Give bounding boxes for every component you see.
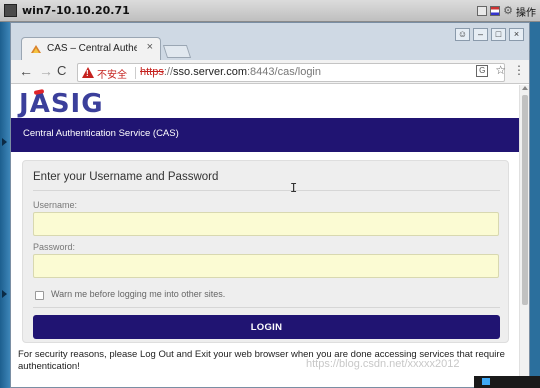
form-heading: Enter your Username and Password (33, 171, 219, 183)
taskbar (474, 376, 540, 388)
warning-icon[interactable] (82, 67, 94, 78)
vm-title-bar: win7-10.10.20.71 ⚙ 操作 (0, 0, 540, 22)
forward-icon[interactable]: → (39, 62, 53, 80)
gear-icon[interactable]: ⚙ (503, 5, 513, 17)
scroll-thumb[interactable] (522, 95, 528, 305)
omnibox-divider (135, 67, 136, 79)
login-button[interactable]: LOGIN (33, 315, 500, 339)
user-icon[interactable]: ☺ (455, 28, 470, 41)
logo-letter-a: A (29, 89, 51, 119)
browser-toolbar: ← → C 不安全 https://sso.server.com:8443/ca… (11, 60, 529, 84)
url-path: :8443/cas/login (247, 66, 321, 78)
url-text[interactable]: https://sso.server.com:8443/cas/login (140, 66, 321, 78)
flag-icon[interactable] (490, 6, 501, 16)
login-form: Enter your Username and Password Usernam… (22, 160, 509, 343)
divider (33, 307, 500, 308)
page-viewport: JASIG Central Authentication Service (CA… (11, 85, 519, 387)
toolbar-actions: G ☆ ⋮ (476, 63, 525, 77)
vm-operate-menu[interactable]: 操作 (516, 4, 536, 19)
vm-title: win7-10.10.20.71 (22, 4, 130, 17)
warn-checkbox-label[interactable]: Warn me before logging me into other sit… (51, 289, 225, 299)
url-host: sso.server.com (173, 66, 247, 78)
tab-cas-login[interactable]: CAS – Central Authentic × (21, 37, 161, 60)
desktop-edge (0, 22, 10, 388)
tab-title: CAS – Central Authentic (47, 43, 137, 54)
username-label: Username: (33, 200, 78, 210)
username-input[interactable] (33, 212, 499, 236)
browser-window: CAS – Central Authentic × ☺ – □ × ← → C … (10, 22, 530, 388)
chevron-right-icon[interactable] (2, 290, 7, 298)
restore-icon[interactable]: □ (491, 28, 506, 41)
logo-letter-j: J (19, 89, 30, 119)
warn-checkbox[interactable] (35, 291, 44, 300)
star-icon[interactable]: ☆ (495, 63, 506, 77)
logo-letters-sig: SIG (50, 89, 104, 119)
url-scheme: https (140, 66, 164, 78)
watermark: https://blog.csdn.net/xxxxx2012 (306, 358, 460, 370)
password-label: Password: (33, 242, 76, 252)
window-controls: ☺ – □ × (455, 28, 524, 41)
close-icon[interactable]: × (147, 41, 153, 53)
minimize-icon[interactable]: – (473, 28, 488, 41)
monitor-icon (4, 4, 17, 17)
insecure-label[interactable]: 不安全 (97, 66, 127, 81)
back-icon[interactable]: ← (19, 62, 33, 80)
cas-header-banner: Central Authentication Service (CAS) (11, 118, 519, 152)
menu-icon[interactable]: ⋮ (513, 63, 525, 77)
password-input[interactable] (33, 254, 499, 278)
monitor-icon[interactable] (477, 6, 488, 16)
close-icon[interactable]: × (509, 28, 524, 41)
vertical-scrollbar[interactable] (519, 85, 529, 387)
taskbar-app-icon[interactable] (482, 378, 490, 385)
reload-icon[interactable]: C (57, 62, 66, 80)
banner-title: Central Authentication Service (CAS) (23, 128, 179, 139)
scroll-up-icon[interactable] (522, 86, 528, 90)
tab-strip: CAS – Central Authentic × ☺ – □ × (11, 23, 529, 60)
translate-icon[interactable]: G (476, 65, 489, 77)
cas-favicon-icon (31, 45, 41, 53)
jasig-logo: JASIG (19, 91, 104, 117)
new-tab-button[interactable] (162, 45, 192, 58)
divider (33, 190, 500, 191)
chevron-right-icon[interactable] (2, 138, 7, 146)
url-separator: :// (163, 66, 174, 78)
vm-toolbar: ⚙ 操作 (477, 3, 536, 19)
address-bar[interactable]: 不安全 https://sso.server.com:8443/cas/logi… (77, 63, 505, 82)
text-cursor-icon: I (290, 181, 298, 195)
